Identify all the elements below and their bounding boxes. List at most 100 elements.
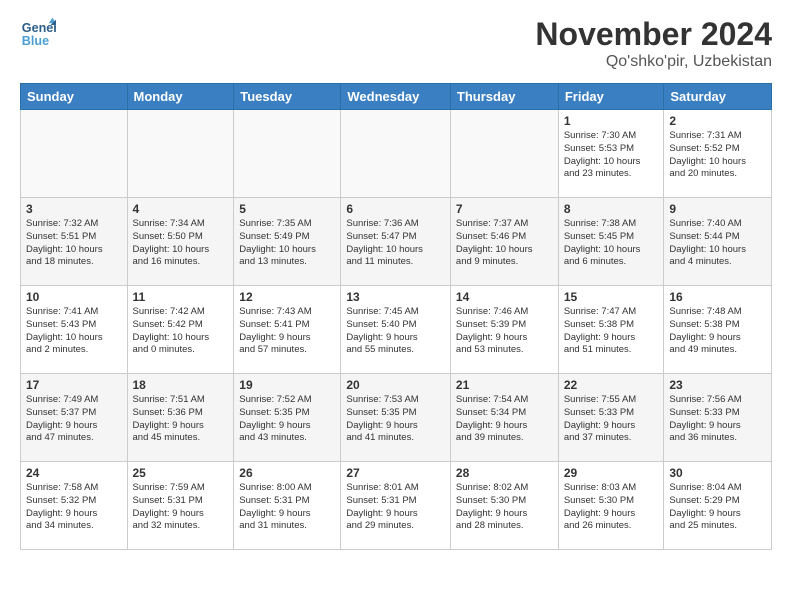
day-cell: 1 Sunrise: 7:30 AM Sunset: 5:53 PM Daylig… bbox=[558, 110, 664, 198]
day-number: 26 bbox=[239, 466, 335, 480]
svg-text:Blue: Blue bbox=[22, 34, 49, 48]
logo-icon: General Blue bbox=[20, 16, 56, 52]
day-info: Sunrise: 7:53 AM Sunset: 5:35 PM Dayligh… bbox=[346, 394, 445, 445]
day-info: Sunrise: 7:51 AM Sunset: 5:36 PM Dayligh… bbox=[133, 394, 229, 445]
logo: General Blue bbox=[20, 16, 56, 52]
col-tuesday: Tuesday bbox=[234, 84, 341, 110]
day-info: Sunrise: 8:02 AM Sunset: 5:30 PM Dayligh… bbox=[456, 482, 553, 533]
day-number: 25 bbox=[133, 466, 229, 480]
day-number: 10 bbox=[26, 290, 122, 304]
day-number: 11 bbox=[133, 290, 229, 304]
day-number: 21 bbox=[456, 378, 553, 392]
day-number: 3 bbox=[26, 202, 122, 216]
day-cell: 17 Sunrise: 7:49 AM Sunset: 5:37 PM Dayli… bbox=[21, 374, 128, 462]
header: General Blue November 2024 Qo'shko'pir, … bbox=[20, 16, 772, 71]
col-thursday: Thursday bbox=[450, 84, 558, 110]
day-info: Sunrise: 8:01 AM Sunset: 5:31 PM Dayligh… bbox=[346, 482, 445, 533]
day-number: 30 bbox=[669, 466, 766, 480]
day-info: Sunrise: 7:34 AM Sunset: 5:50 PM Dayligh… bbox=[133, 218, 229, 269]
day-info: Sunrise: 7:59 AM Sunset: 5:31 PM Dayligh… bbox=[133, 482, 229, 533]
day-cell: 4 Sunrise: 7:34 AM Sunset: 5:50 PM Daylig… bbox=[127, 198, 234, 286]
day-info: Sunrise: 7:48 AM Sunset: 5:38 PM Dayligh… bbox=[669, 306, 766, 357]
day-info: Sunrise: 7:52 AM Sunset: 5:35 PM Dayligh… bbox=[239, 394, 335, 445]
day-number: 24 bbox=[26, 466, 122, 480]
day-cell: 19 Sunrise: 7:52 AM Sunset: 5:35 PM Dayli… bbox=[234, 374, 341, 462]
day-info: Sunrise: 7:46 AM Sunset: 5:39 PM Dayligh… bbox=[456, 306, 553, 357]
day-number: 14 bbox=[456, 290, 553, 304]
day-info: Sunrise: 7:45 AM Sunset: 5:40 PM Dayligh… bbox=[346, 306, 445, 357]
day-info: Sunrise: 7:58 AM Sunset: 5:32 PM Dayligh… bbox=[26, 482, 122, 533]
day-cell bbox=[450, 110, 558, 198]
col-wednesday: Wednesday bbox=[341, 84, 451, 110]
day-info: Sunrise: 7:32 AM Sunset: 5:51 PM Dayligh… bbox=[26, 218, 122, 269]
day-cell: 30 Sunrise: 8:04 AM Sunset: 5:29 PM Dayli… bbox=[664, 462, 772, 550]
day-cell: 25 Sunrise: 7:59 AM Sunset: 5:31 PM Dayli… bbox=[127, 462, 234, 550]
day-cell bbox=[127, 110, 234, 198]
title-area: November 2024 Qo'shko'pir, Uzbekistan bbox=[535, 16, 772, 71]
day-info: Sunrise: 7:38 AM Sunset: 5:45 PM Dayligh… bbox=[564, 218, 659, 269]
day-cell: 16Sunrise: 7:48 AM Sunset: 5:38 PM Dayli… bbox=[664, 286, 772, 374]
day-info: Sunrise: 7:31 AM Sunset: 5:52 PM Dayligh… bbox=[669, 130, 766, 181]
day-cell: 26 Sunrise: 8:00 AM Sunset: 5:31 PM Dayli… bbox=[234, 462, 341, 550]
day-cell: 20Sunrise: 7:53 AM Sunset: 5:35 PM Dayli… bbox=[341, 374, 451, 462]
header-row: Sunday Monday Tuesday Wednesday Thursday… bbox=[21, 84, 772, 110]
day-number: 28 bbox=[456, 466, 553, 480]
day-cell: 15 Sunrise: 7:47 AM Sunset: 5:38 PM Dayli… bbox=[558, 286, 664, 374]
day-info: Sunrise: 8:00 AM Sunset: 5:31 PM Dayligh… bbox=[239, 482, 335, 533]
col-sunday: Sunday bbox=[21, 84, 128, 110]
day-info: Sunrise: 7:47 AM Sunset: 5:38 PM Dayligh… bbox=[564, 306, 659, 357]
day-cell: 6Sunrise: 7:36 AM Sunset: 5:47 PM Daylig… bbox=[341, 198, 451, 286]
day-cell: 13Sunrise: 7:45 AM Sunset: 5:40 PM Dayli… bbox=[341, 286, 451, 374]
day-number: 19 bbox=[239, 378, 335, 392]
day-cell: 29Sunrise: 8:03 AM Sunset: 5:30 PM Dayli… bbox=[558, 462, 664, 550]
col-monday: Monday bbox=[127, 84, 234, 110]
day-info: Sunrise: 7:42 AM Sunset: 5:42 PM Dayligh… bbox=[133, 306, 229, 357]
day-cell: 7Sunrise: 7:37 AM Sunset: 5:46 PM Daylig… bbox=[450, 198, 558, 286]
day-cell: 2 Sunrise: 7:31 AM Sunset: 5:52 PM Daylig… bbox=[664, 110, 772, 198]
day-info: Sunrise: 7:37 AM Sunset: 5:46 PM Dayligh… bbox=[456, 218, 553, 269]
day-cell: 23Sunrise: 7:56 AM Sunset: 5:33 PM Dayli… bbox=[664, 374, 772, 462]
day-cell: 10 Sunrise: 7:41 AM Sunset: 5:43 PM Dayli… bbox=[21, 286, 128, 374]
month-title: November 2024 bbox=[535, 16, 772, 53]
day-info: Sunrise: 7:40 AM Sunset: 5:44 PM Dayligh… bbox=[669, 218, 766, 269]
day-number: 2 bbox=[669, 114, 766, 128]
week-row-0: 1 Sunrise: 7:30 AM Sunset: 5:53 PM Daylig… bbox=[21, 110, 772, 198]
day-number: 22 bbox=[564, 378, 659, 392]
col-saturday: Saturday bbox=[664, 84, 772, 110]
day-cell: 12Sunrise: 7:43 AM Sunset: 5:41 PM Dayli… bbox=[234, 286, 341, 374]
day-number: 23 bbox=[669, 378, 766, 392]
day-cell: 5 Sunrise: 7:35 AM Sunset: 5:49 PM Daylig… bbox=[234, 198, 341, 286]
day-number: 12 bbox=[239, 290, 335, 304]
week-row-3: 17 Sunrise: 7:49 AM Sunset: 5:37 PM Dayli… bbox=[21, 374, 772, 462]
day-info: Sunrise: 7:36 AM Sunset: 5:47 PM Dayligh… bbox=[346, 218, 445, 269]
day-number: 17 bbox=[26, 378, 122, 392]
week-row-4: 24 Sunrise: 7:58 AM Sunset: 5:32 PM Dayli… bbox=[21, 462, 772, 550]
week-row-2: 10 Sunrise: 7:41 AM Sunset: 5:43 PM Dayli… bbox=[21, 286, 772, 374]
day-number: 18 bbox=[133, 378, 229, 392]
day-cell bbox=[341, 110, 451, 198]
location: Qo'shko'pir, Uzbekistan bbox=[535, 53, 772, 71]
col-friday: Friday bbox=[558, 84, 664, 110]
day-number: 29 bbox=[564, 466, 659, 480]
day-number: 9 bbox=[669, 202, 766, 216]
day-number: 5 bbox=[239, 202, 335, 216]
day-info: Sunrise: 7:35 AM Sunset: 5:49 PM Dayligh… bbox=[239, 218, 335, 269]
day-cell bbox=[234, 110, 341, 198]
calendar: Sunday Monday Tuesday Wednesday Thursday… bbox=[20, 83, 772, 550]
day-cell: 18 Sunrise: 7:51 AM Sunset: 5:36 PM Dayli… bbox=[127, 374, 234, 462]
day-info: Sunrise: 7:49 AM Sunset: 5:37 PM Dayligh… bbox=[26, 394, 122, 445]
day-info: Sunrise: 7:41 AM Sunset: 5:43 PM Dayligh… bbox=[26, 306, 122, 357]
day-info: Sunrise: 7:55 AM Sunset: 5:33 PM Dayligh… bbox=[564, 394, 659, 445]
day-number: 4 bbox=[133, 202, 229, 216]
day-cell: 21 Sunrise: 7:54 AM Sunset: 5:34 PM Dayli… bbox=[450, 374, 558, 462]
day-number: 15 bbox=[564, 290, 659, 304]
week-row-1: 3 Sunrise: 7:32 AM Sunset: 5:51 PM Daylig… bbox=[21, 198, 772, 286]
day-info: Sunrise: 8:04 AM Sunset: 5:29 PM Dayligh… bbox=[669, 482, 766, 533]
day-cell: 8Sunrise: 7:38 AM Sunset: 5:45 PM Daylig… bbox=[558, 198, 664, 286]
day-number: 1 bbox=[564, 114, 659, 128]
day-cell: 14 Sunrise: 7:46 AM Sunset: 5:39 PM Dayli… bbox=[450, 286, 558, 374]
day-cell: 22 Sunrise: 7:55 AM Sunset: 5:33 PM Dayli… bbox=[558, 374, 664, 462]
day-cell: 11 Sunrise: 7:42 AM Sunset: 5:42 PM Dayli… bbox=[127, 286, 234, 374]
day-info: Sunrise: 7:54 AM Sunset: 5:34 PM Dayligh… bbox=[456, 394, 553, 445]
day-info: Sunrise: 7:30 AM Sunset: 5:53 PM Dayligh… bbox=[564, 130, 659, 181]
